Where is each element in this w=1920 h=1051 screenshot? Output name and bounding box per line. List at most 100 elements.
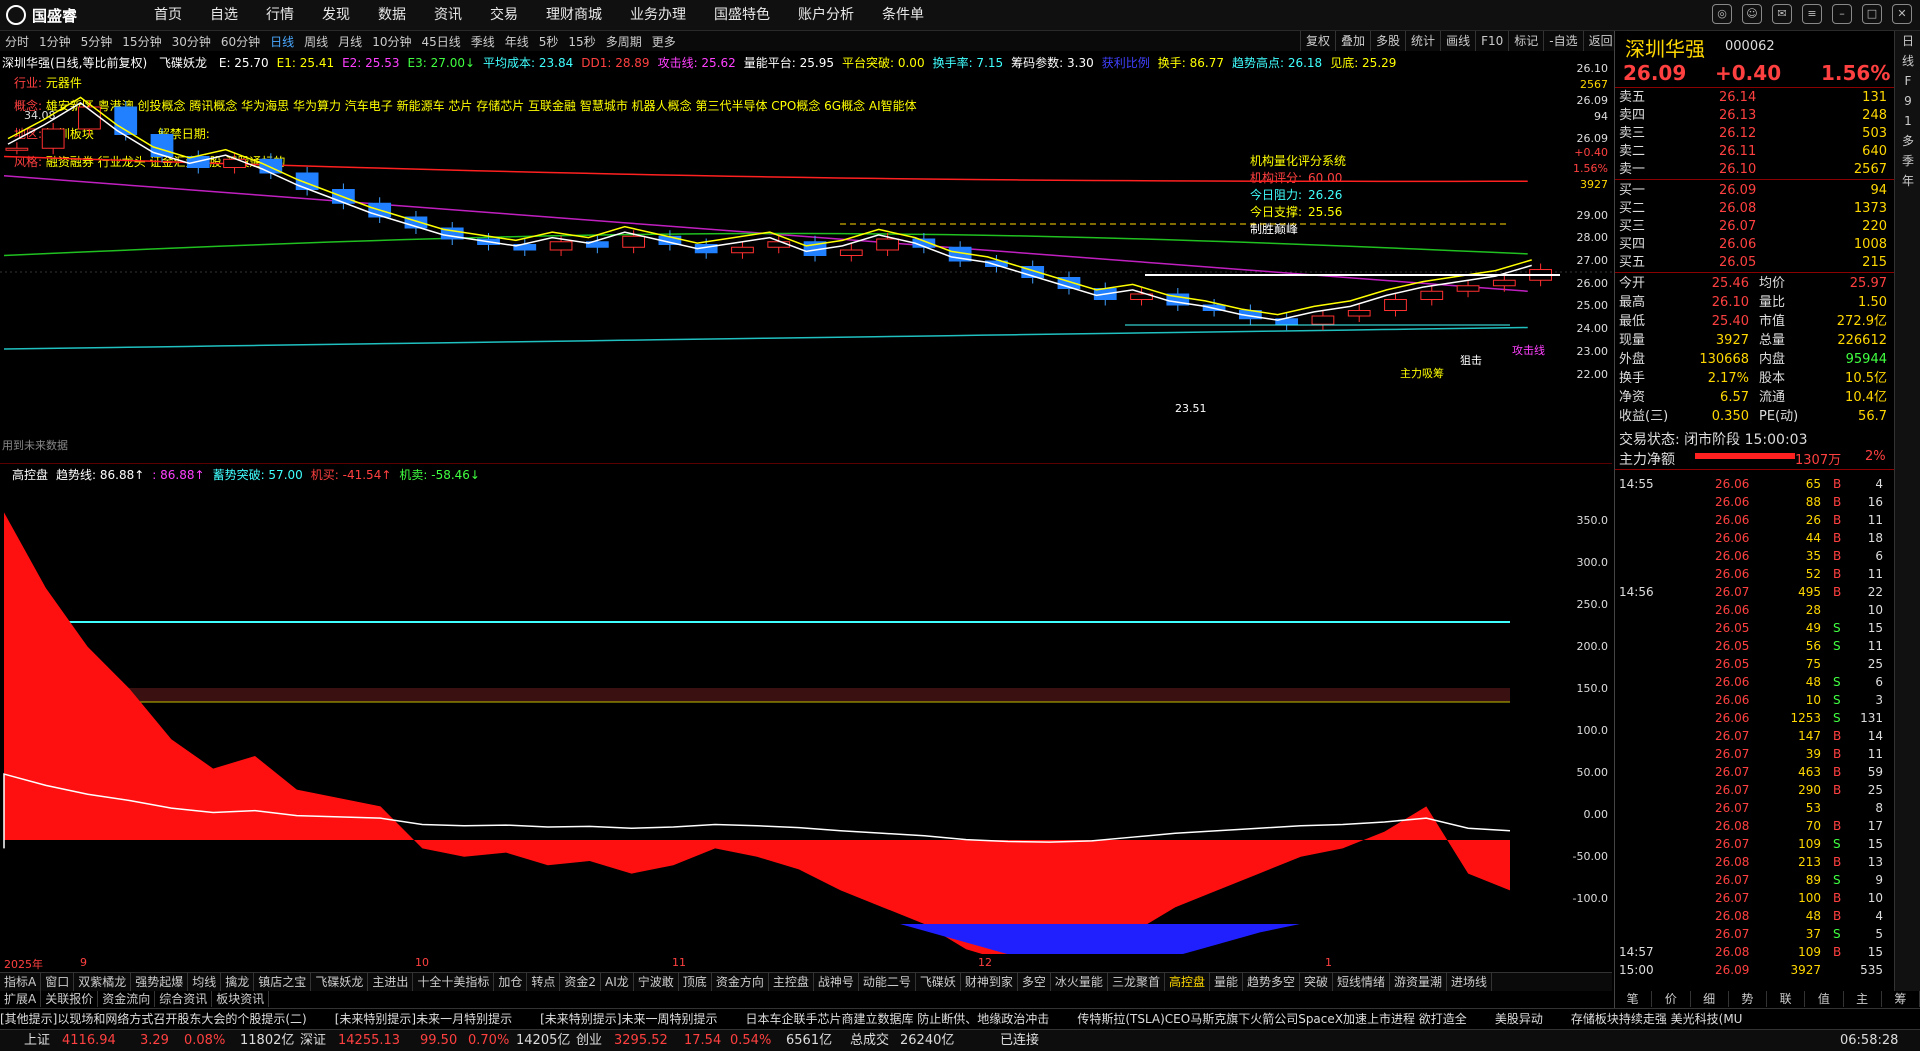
indicator-tab[interactable]: 均线 <box>188 973 222 991</box>
side-tab[interactable]: F <box>1895 71 1920 91</box>
toolbar-button[interactable]: 多股 <box>1370 31 1405 51</box>
side-tab[interactable]: 1 <box>1895 111 1920 131</box>
indicator-tab[interactable]: AI龙 <box>601 973 634 991</box>
bottom-tab[interactable]: 关联报价 <box>41 991 99 1007</box>
period-tab[interactable]: 周线 <box>299 33 333 50</box>
bottom-tab[interactable]: 板块资讯 <box>212 991 270 1007</box>
book-row[interactable]: 买三 26.07 220 <box>1619 218 1891 236</box>
right-tab[interactable]: 价 <box>1652 991 1691 1007</box>
indicator-tab[interactable]: 财神到家 <box>961 973 1018 991</box>
period-tab[interactable]: 15分钟 <box>117 33 166 50</box>
toolbar-button[interactable]: 叠加 <box>1335 31 1370 51</box>
period-tab[interactable]: 60分钟 <box>216 33 265 50</box>
right-tab[interactable]: 联 <box>1767 991 1806 1007</box>
indicator-tab[interactable]: 主进出 <box>368 973 414 991</box>
bottom-tab[interactable]: 综合资讯 <box>155 991 213 1007</box>
right-tab[interactable]: 势 <box>1729 991 1767 1007</box>
period-tab[interactable]: 10分钟 <box>367 33 416 50</box>
period-tab[interactable]: 5分钟 <box>76 33 118 50</box>
period-tab[interactable]: 45日线 <box>416 33 465 50</box>
minimize-icon[interactable]: – <box>1832 4 1852 24</box>
indicator-tab[interactable]: 宁波敢 <box>634 973 679 991</box>
book-row[interactable]: 卖三 26.12 503 <box>1619 125 1891 143</box>
message-icon[interactable]: ◎ <box>1712 4 1732 24</box>
period-tab[interactable]: 30分钟 <box>167 33 216 50</box>
close-icon[interactable]: ✕ <box>1892 4 1912 24</box>
bottom-tab[interactable]: 资金流向 <box>98 991 156 1007</box>
indicator-tab[interactable]: 顶底 <box>679 973 712 991</box>
indicator-tab[interactable]: 动能二号 <box>859 973 916 991</box>
period-tab[interactable]: 15秒 <box>563 33 600 50</box>
menu-icon[interactable]: ≡ <box>1802 4 1822 24</box>
indicator-tab[interactable]: 游资量潮 <box>1390 973 1448 991</box>
indicator-tab[interactable]: 擒龙 <box>221 973 255 991</box>
news-ticker[interactable]: [其他提示]以现场和网络方式召开股东大会的个股提示(二) [未来特别提示]未来一月… <box>0 1008 1920 1029</box>
nav-item[interactable]: 行情 <box>252 0 308 30</box>
indicator-tab[interactable]: 量能 <box>1210 973 1243 991</box>
side-tab[interactable]: 9 <box>1895 91 1920 111</box>
sub-indicator-chart[interactable]: 高控盘 趋势线: 86.88↑: 86.88↑ 蓄势突破: 57.00 机买: -41… <box>0 464 1612 971</box>
indicator-tab[interactable]: 加仓 <box>494 973 528 991</box>
nav-item[interactable]: 条件单 <box>868 0 938 30</box>
toolbar-button[interactable]: 标记 <box>1508 31 1543 51</box>
news-item[interactable]: 美股异动 <box>1495 1009 1543 1029</box>
bottom-tab[interactable]: 扩展A <box>0 991 42 1007</box>
book-row[interactable]: 卖五 26.14 131 <box>1619 89 1891 107</box>
indicator-tab[interactable]: 资金2 <box>560 973 602 991</box>
indicator-tab[interactable]: 转点 <box>527 973 561 991</box>
mail-icon[interactable]: ✉ <box>1772 4 1792 24</box>
toolbar-button[interactable]: 画线 <box>1440 31 1475 51</box>
right-tab[interactable]: 值 <box>1805 991 1844 1007</box>
nav-item[interactable]: 交易 <box>476 0 532 30</box>
indicator-tab[interactable]: 主控盘 <box>769 973 814 991</box>
indicator-tab[interactable]: 高控盘 <box>1165 973 1210 991</box>
indicator-tab[interactable]: 资金方向 <box>712 973 769 991</box>
nav-item[interactable]: 数据 <box>364 0 420 30</box>
nav-item[interactable]: 自选 <box>196 0 252 30</box>
side-tab[interactable]: 年 <box>1895 171 1920 191</box>
book-row[interactable]: 卖一 26.10 2567 <box>1619 161 1891 179</box>
nav-item[interactable]: 国盛特色 <box>700 0 784 30</box>
indicator-tab[interactable]: 窗口 <box>41 973 75 991</box>
book-row[interactable]: 买二 26.08 1373 <box>1619 200 1891 218</box>
news-item[interactable]: [未来特别提示]未来一周特别提示 <box>540 1009 717 1029</box>
user-icon[interactable]: ☺ <box>1742 4 1762 24</box>
news-item[interactable]: 日本车企联手芯片商建立数据库 防止断供、地缘政治冲击 <box>745 1009 1049 1029</box>
nav-item[interactable]: 账户分析 <box>784 0 868 30</box>
book-row[interactable]: 买四 26.06 1008 <box>1619 236 1891 254</box>
period-tab[interactable]: 年线 <box>500 33 534 50</box>
right-tab[interactable]: 主 <box>1844 991 1882 1007</box>
period-tab[interactable]: 分时 <box>0 33 34 50</box>
indicator-tab[interactable]: 十全十美指标 <box>413 973 495 991</box>
news-item[interactable]: 存储板块持续走强 美光科技(MU <box>1571 1009 1743 1029</box>
indicator-tab[interactable]: 冰火量能 <box>1051 973 1108 991</box>
right-tab[interactable]: 细 <box>1691 991 1729 1007</box>
indicator-tab[interactable]: 短线情绪 <box>1333 973 1391 991</box>
toolbar-button[interactable]: F10 <box>1475 31 1508 51</box>
right-tab[interactable]: 筹 <box>1882 991 1920 1007</box>
book-row[interactable]: 买五 26.05 215 <box>1619 254 1891 272</box>
app-logo[interactable]: 国盛睿 <box>6 4 77 26</box>
side-tab[interactable]: 日 <box>1895 31 1920 51</box>
period-tab[interactable]: 更多 <box>647 33 681 50</box>
news-item[interactable]: [未来特别提示]未来一月特别提示 <box>335 1009 512 1029</box>
period-tab[interactable]: 月线 <box>333 33 367 50</box>
toolbar-button[interactable]: 复权 <box>1300 31 1335 51</box>
nav-item[interactable]: 业务办理 <box>616 0 700 30</box>
kline-chart[interactable]: 深圳华强(日线,等比前复权) 飞碟妖龙 E: 25.70 E1: 25.41 E2:… <box>0 52 1612 464</box>
indicator-tab[interactable]: 指标A <box>0 973 42 991</box>
indicator-tab[interactable]: 强势起爆 <box>131 973 189 991</box>
toolbar-button[interactable]: -自选 <box>1543 31 1582 51</box>
maximize-icon[interactable]: □ <box>1862 4 1882 24</box>
nav-item[interactable]: 资讯 <box>420 0 476 30</box>
period-tab[interactable]: 5秒 <box>534 33 564 50</box>
nav-item[interactable]: 首页 <box>140 0 196 30</box>
news-item[interactable]: 传特斯拉(TSLA)CEO马斯克旗下火箭公司SpaceX加速上市进程 欲打造全 <box>1077 1009 1467 1029</box>
right-tab[interactable]: 笔 <box>1614 991 1653 1007</box>
period-tab[interactable]: 季线 <box>466 33 500 50</box>
side-tab[interactable]: 多 <box>1895 131 1920 151</box>
indicator-tab[interactable]: 战神号 <box>814 973 859 991</box>
side-tab[interactable]: 线 <box>1895 51 1920 71</box>
side-tab[interactable]: 季 <box>1895 151 1920 171</box>
book-row[interactable]: 卖二 26.11 640 <box>1619 143 1891 161</box>
